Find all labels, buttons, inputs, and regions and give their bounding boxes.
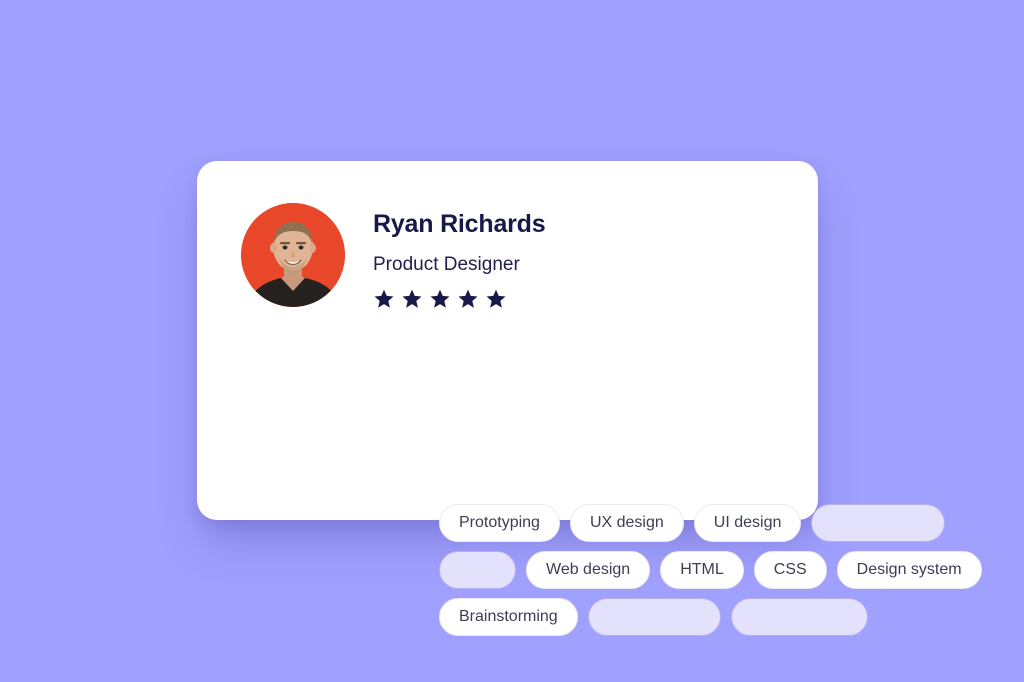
skill-tag[interactable]: Design system	[836, 551, 982, 589]
identity-block: Ryan Richards Product Designer	[373, 203, 546, 310]
skill-tag-placeholder[interactable]	[587, 598, 721, 636]
skill-tag[interactable]: UI design	[693, 504, 802, 542]
skill-tag-label: UI design	[713, 514, 782, 531]
skill-tag-area: Prototyping UX design UI design Web design H…	[439, 504, 984, 636]
star-filled-icon	[430, 289, 450, 309]
skill-tag[interactable]: Brainstorming	[439, 598, 578, 636]
skill-tag[interactable]: UX design	[569, 504, 684, 542]
skill-tag-label: Design system	[856, 561, 962, 578]
skill-tag-row: Brainstorming	[439, 598, 984, 636]
skill-tag-label: UX design	[589, 514, 664, 531]
avatar	[241, 203, 345, 307]
skill-tag[interactable]: HTML	[660, 551, 744, 589]
rating-stars	[373, 288, 545, 310]
skill-tag-row: Web design HTML CSS Design system	[439, 551, 984, 589]
skill-tag[interactable]: CSS	[753, 551, 827, 589]
skill-tag-label: Web design	[546, 561, 631, 578]
skill-tag[interactable]: Web design	[526, 551, 651, 589]
star-filled-icon	[486, 289, 506, 309]
avatar-photo	[241, 203, 345, 307]
skill-tag-label: CSS	[773, 561, 807, 578]
skill-tag-label: Brainstorming	[459, 608, 558, 625]
skill-tag-placeholder[interactable]	[439, 551, 516, 589]
profile-header: Ryan Richards Product Designer	[241, 203, 546, 310]
star-filled-icon	[402, 289, 422, 309]
skill-tag[interactable]: Prototyping	[439, 504, 560, 542]
skill-tag-placeholder[interactable]	[730, 598, 868, 636]
skill-tag-label: Prototyping	[459, 514, 540, 531]
profile-card: Ryan Richards Product Designer Prototypi…	[197, 161, 982, 636]
profile-name: Ryan Richards	[373, 210, 546, 238]
profile-role: Product Designer	[373, 253, 520, 275]
star-filled-icon	[458, 289, 478, 309]
skill-tag-label: HTML	[680, 561, 724, 578]
star-filled-icon	[374, 289, 394, 309]
skill-tag-row: Prototyping UX design UI design	[439, 504, 984, 542]
skill-tag-placeholder[interactable]	[811, 504, 946, 542]
